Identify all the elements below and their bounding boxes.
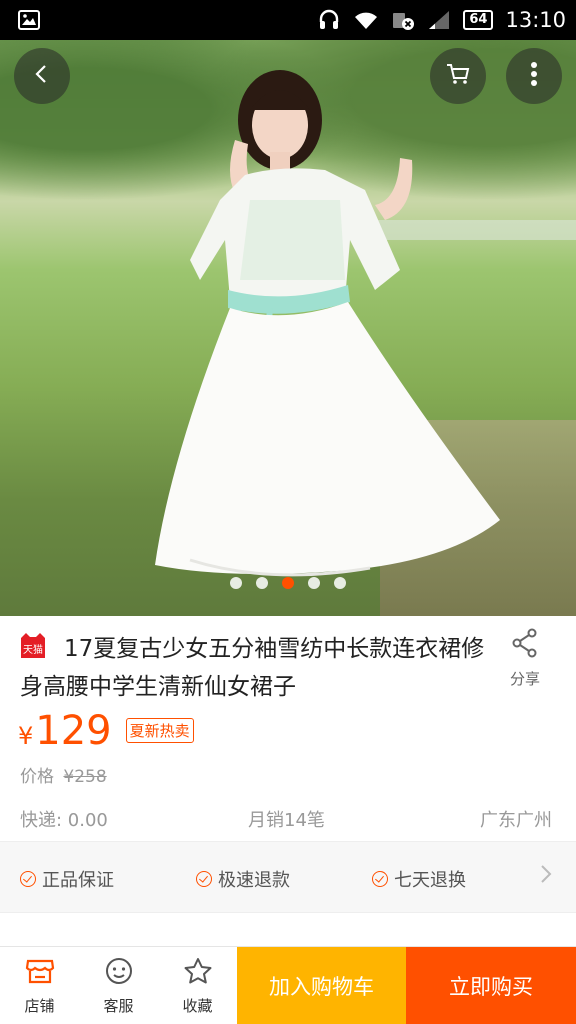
sim-blocked-icon — [391, 9, 415, 31]
original-price: ¥258 — [63, 767, 107, 787]
guarantee-fast-refund: 极速退款 — [196, 866, 290, 892]
wifi-icon — [353, 9, 379, 31]
store-label: 店铺 — [24, 996, 55, 1015]
star-icon — [183, 957, 213, 989]
guarantee-label: 七天退换 — [394, 870, 466, 891]
cart-button[interactable] — [430, 48, 486, 104]
gallery-icon — [18, 10, 40, 30]
buy-now-button[interactable]: 立即购买 — [406, 947, 576, 1024]
share-icon — [511, 628, 539, 662]
more-button[interactable] — [506, 48, 562, 104]
guarantee-7day-return: 七天退换 — [372, 866, 466, 892]
original-price-label: 价格 — [20, 767, 54, 787]
monthly-sales: 月销14笔 — [248, 810, 325, 831]
product-photo — [155, 70, 500, 577]
cart-icon — [445, 62, 471, 90]
share-button[interactable]: 分享 — [500, 628, 550, 689]
promo-tag: 夏新热卖 — [125, 718, 194, 743]
guarantee-authentic: 正品保证 — [20, 866, 114, 892]
check-circle-icon — [196, 871, 212, 887]
status-bar: 64 13:10 — [0, 0, 576, 40]
product-title: 17夏复古少女五分袖雪纺中长款连衣裙修身高腰中学生清新仙女裙子 — [20, 636, 485, 700]
product-image-carousel[interactable] — [0, 40, 576, 616]
carousel-dot — [308, 577, 320, 589]
favorite-button[interactable]: 收藏 — [158, 947, 237, 1024]
chevron-right-icon — [540, 864, 552, 890]
share-label: 分享 — [509, 670, 540, 688]
clock: 13:10 — [505, 8, 566, 32]
original-price-row: 价格 ¥258 — [20, 762, 107, 787]
carousel-dot — [230, 577, 242, 589]
check-circle-icon — [20, 871, 36, 887]
headset-icon — [317, 8, 341, 32]
back-arrow-icon — [31, 63, 53, 89]
more-vertical-icon — [530, 61, 538, 91]
current-price: 129 — [35, 708, 112, 754]
customer-service-label: 客服 — [103, 996, 134, 1015]
customer-service-icon — [104, 957, 134, 989]
bottom-action-bar: 店铺 客服 收藏 加入购物车 立即购买 — [0, 946, 576, 1024]
store-button[interactable]: 店铺 — [0, 947, 79, 1024]
carousel-dot — [256, 577, 268, 589]
signal-icon — [427, 9, 451, 31]
store-section-peek — [0, 913, 576, 946]
product-title-section: 天猫 17夏复古少女五分袖雪纺中长款连衣裙修身高腰中学生清新仙女裙子 分享 — [0, 616, 576, 706]
customer-service-button[interactable]: 客服 — [79, 947, 158, 1024]
ship-location: 广东广州 — [480, 810, 552, 831]
price-currency: ¥ — [18, 722, 34, 750]
store-icon — [25, 957, 55, 989]
shipping-info-row: 快递: 0.00 月销14笔 广东广州 — [0, 806, 576, 836]
shipping-fee: 快递: 0.00 — [20, 810, 108, 831]
guarantee-label: 正品保证 — [42, 870, 114, 891]
add-to-cart-button[interactable]: 加入购物车 — [237, 947, 406, 1024]
guarantee-label: 极速退款 — [218, 870, 290, 891]
price-row: ¥ 129 夏新热卖 — [18, 708, 194, 754]
battery-icon: 64 — [463, 10, 494, 30]
carousel-dot-active — [282, 577, 294, 589]
carousel-indicator — [0, 577, 576, 589]
back-button[interactable] — [14, 48, 70, 104]
favorite-label: 收藏 — [182, 996, 213, 1015]
carousel-dot — [334, 577, 346, 589]
check-circle-icon — [372, 871, 388, 887]
service-guarantees[interactable]: 正品保证 极速退款 七天退换 — [0, 841, 576, 913]
